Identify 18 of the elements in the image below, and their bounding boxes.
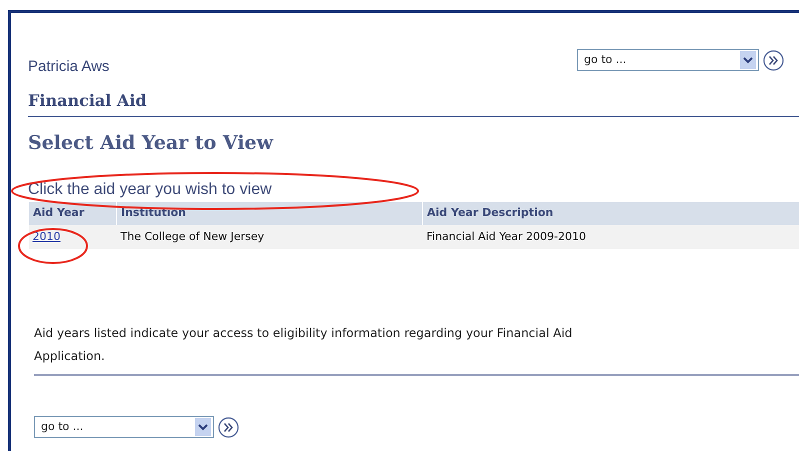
caret-icon: [195, 418, 211, 436]
annotation-ellipse: [18, 228, 88, 264]
note-text: Aid years listed indicate your access to eligibility information regarding your Financial Aid Application.: [34, 325, 574, 365]
aid-year-link[interactable]: 2010: [32, 230, 60, 242]
table-cell: The College of New Jersey: [116, 224, 422, 249]
instruction-text: Click the aid year you wish to view: [28, 180, 272, 200]
section-heading: Financial Aid: [28, 88, 799, 116]
column-header: Aid Year Description: [422, 202, 799, 224]
go-button[interactable]: [218, 416, 239, 438]
caret-icon: [740, 51, 756, 70]
table-cell: Financial Aid Year 2009-2010: [422, 224, 799, 249]
column-header: Aid Year: [28, 202, 116, 224]
column-header: Institution: [116, 202, 422, 224]
goto-dropdown[interactable]: go to ...: [577, 49, 759, 72]
goto-dropdown[interactable]: go to ...: [34, 416, 214, 438]
go-button[interactable]: [763, 50, 784, 71]
page-title: Select Aid Year to View: [28, 130, 274, 156]
user-name: Patricia Aws: [28, 57, 110, 77]
